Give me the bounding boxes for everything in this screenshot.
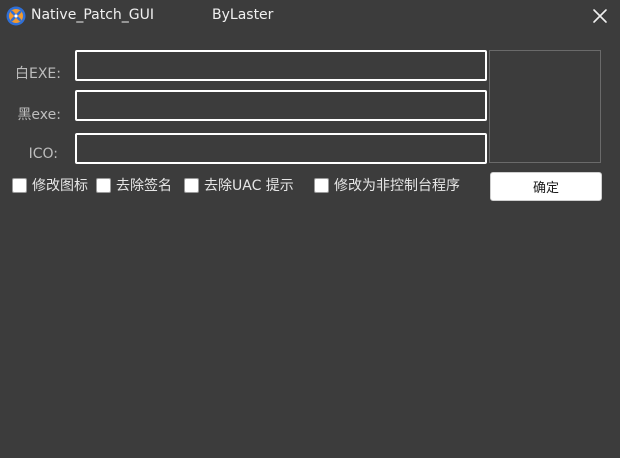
ico-label: ICO:: [28, 146, 58, 162]
window-title: Native_Patch_GUI: [31, 7, 155, 23]
white-exe-label: 白EXE:: [15, 66, 61, 82]
remove-signature-checkbox[interactable]: 去除签名: [96, 176, 172, 194]
modify-icon-label: 修改图标: [32, 178, 88, 194]
remove-uac-label: 去除UAC 提示: [204, 178, 294, 194]
app-window: Native_Patch_GUI ByLaster 白EXE: 黑exe: IC…: [0, 0, 620, 458]
black-exe-input[interactable]: [75, 90, 487, 121]
icon-preview-box: [489, 50, 601, 163]
checkbox-box[interactable]: [314, 177, 329, 193]
remove-signature-label: 去除签名: [116, 178, 172, 194]
black-exe-label: 黑exe:: [17, 107, 61, 123]
non-console-checkbox[interactable]: 修改为非控制台程序: [314, 176, 460, 194]
ico-input[interactable]: [75, 133, 487, 164]
remove-uac-checkbox[interactable]: 去除UAC 提示: [184, 176, 294, 194]
app-logo-icon: [6, 6, 26, 26]
checkbox-box[interactable]: [96, 177, 111, 193]
checkbox-box[interactable]: [12, 177, 27, 193]
modify-icon-checkbox[interactable]: 修改图标: [12, 176, 88, 194]
author-label: ByLaster: [212, 7, 274, 23]
non-console-label: 修改为非控制台程序: [334, 178, 460, 194]
checkbox-box[interactable]: [184, 177, 199, 193]
title-bar[interactable]: Native_Patch_GUI ByLaster: [0, 0, 620, 32]
white-exe-input[interactable]: [75, 50, 487, 81]
close-icon[interactable]: [586, 2, 614, 30]
confirm-button[interactable]: 确定: [490, 172, 602, 201]
